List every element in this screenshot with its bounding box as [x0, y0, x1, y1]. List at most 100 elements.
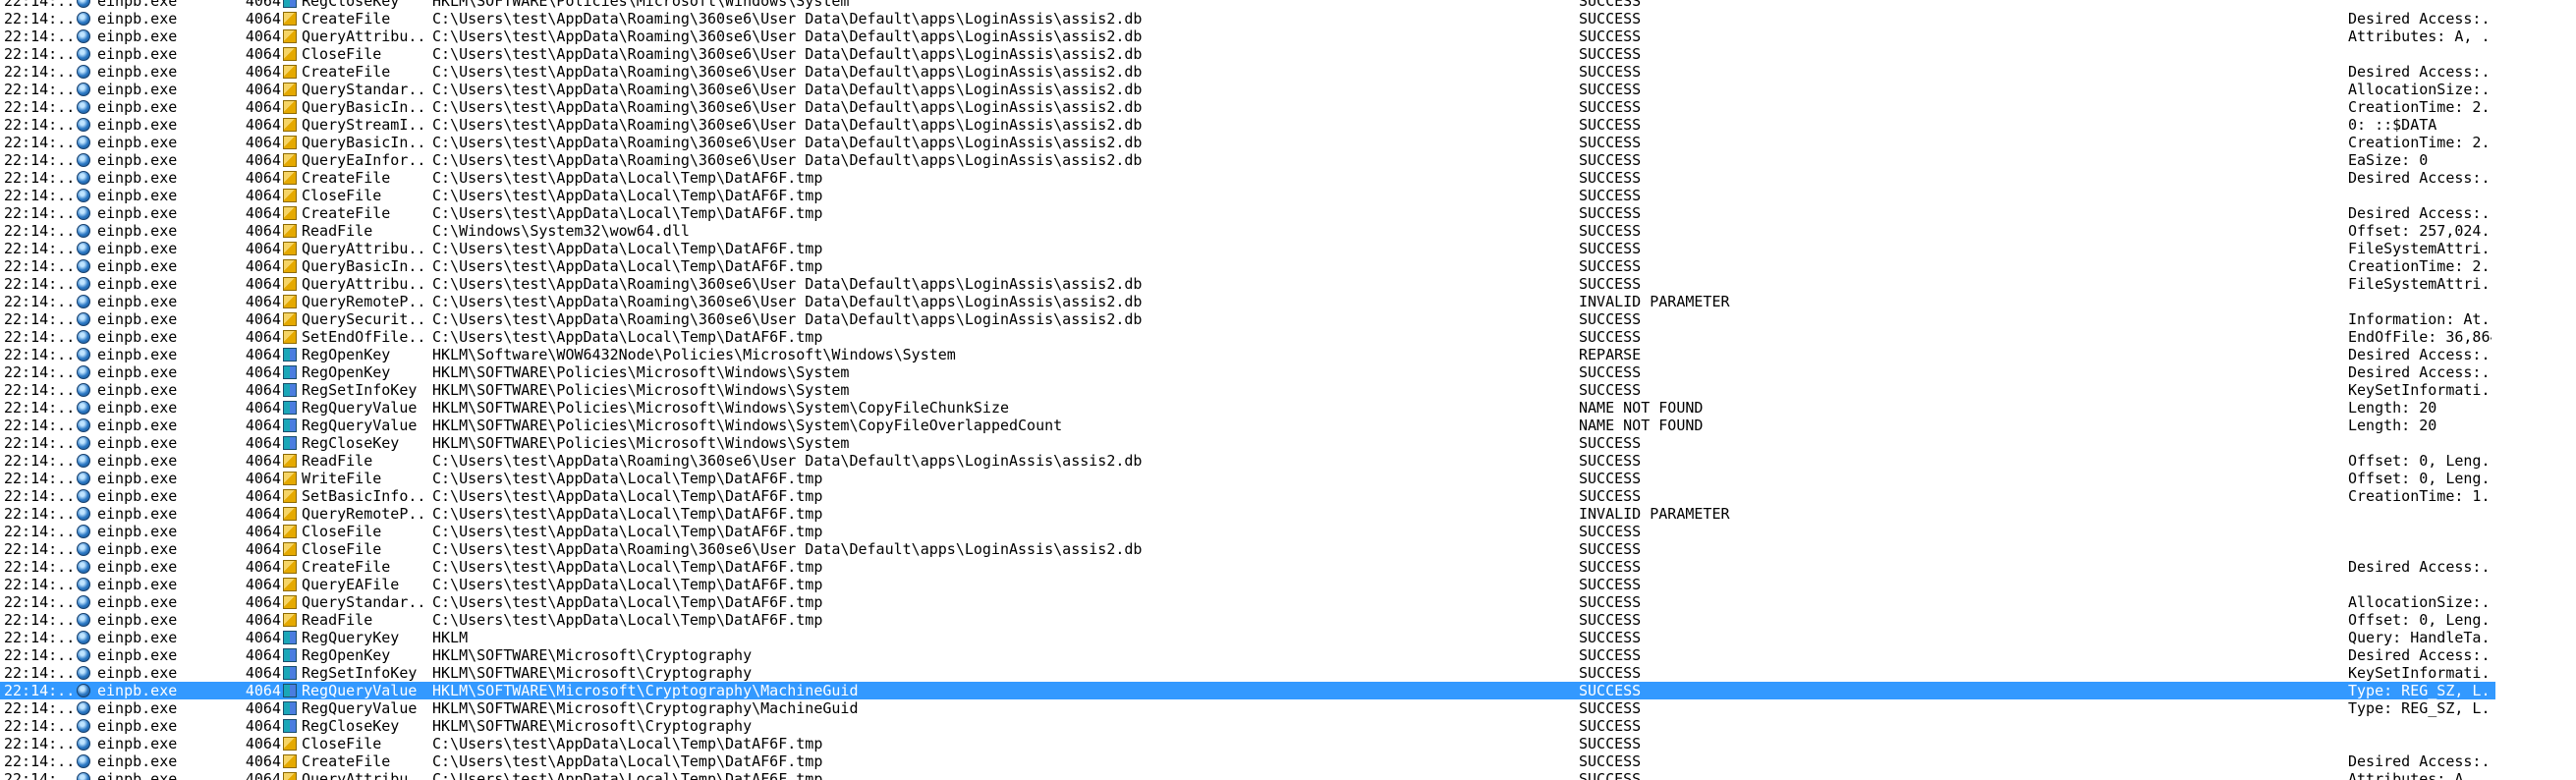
event-row[interactable]: 22:14:... einpb.exe 4064 RegQueryValue HKLM\…	[0, 699, 2495, 717]
event-row[interactable]: 22:14:... einpb.exe 4064 QueryRemoteP... C:\…	[0, 505, 2495, 523]
operation-cell: WriteFile	[302, 470, 382, 487]
path-cell: C:\Users\test\AppData\Roaming\360se6\Use…	[432, 134, 1143, 151]
detail-cell: Desired Access:...	[2348, 63, 2492, 81]
event-row[interactable]: 22:14:... einpb.exe 4064 ReadFile C:\Windows…	[0, 222, 2495, 240]
pid-cell: 4064	[245, 204, 281, 222]
pid-cell: 4064	[245, 611, 281, 629]
result-cell: SUCCESS	[1579, 770, 1642, 780]
event-row[interactable]: 22:14:... einpb.exe 4064 WriteFile C:\Users\…	[0, 470, 2495, 487]
event-row[interactable]: 22:14:... einpb.exe 4064 QueryRemoteP... C:\…	[0, 293, 2495, 310]
event-list[interactable]: 22:14:... einpb.exe 4064 RegCloseKey HKLM\SO…	[0, 0, 2576, 780]
event-row[interactable]: 22:14:... einpb.exe 4064 RegCloseKey HKLM\SO…	[0, 0, 2495, 10]
event-row[interactable]: 22:14:... einpb.exe 4064 CreateFile C:\Users…	[0, 204, 2495, 222]
event-row[interactable]: 22:14:... einpb.exe 4064 CloseFile C:\Users\…	[0, 187, 2495, 204]
event-row[interactable]: 22:14:... einpb.exe 4064 RegOpenKey HKLM\SOF…	[0, 363, 2495, 381]
event-row[interactable]: 22:14:... einpb.exe 4064 RegQueryValue HKLM\…	[0, 399, 2495, 417]
process-name-cell: einpb.exe	[97, 434, 178, 452]
process-icon	[77, 206, 90, 220]
process-icon	[77, 719, 90, 733]
pid-cell: 4064	[245, 523, 281, 540]
event-row[interactable]: 22:14:... einpb.exe 4064 RegCloseKey HKLM\SO…	[0, 434, 2495, 452]
process-icon	[77, 259, 90, 273]
file-system-icon	[283, 83, 297, 96]
result-cell: SUCCESS	[1579, 10, 1642, 28]
event-row[interactable]: 22:14:... einpb.exe 4064 QueryAttribu... C:\…	[0, 28, 2495, 45]
event-row[interactable]: 22:14:... einpb.exe 4064 RegSetInfoKey HKLM\…	[0, 664, 2495, 682]
file-system-icon	[283, 560, 297, 574]
event-row[interactable]: 22:14:... einpb.exe 4064 CloseFile C:\Users\…	[0, 45, 2495, 63]
event-row[interactable]: 22:14:... einpb.exe 4064 RegQueryValue HKLM\…	[0, 417, 2495, 434]
pid-cell: 4064	[245, 222, 281, 240]
event-row[interactable]: 22:14:... einpb.exe 4064 QueryBasicIn... C:\…	[0, 134, 2495, 151]
event-row[interactable]: 22:14:... einpb.exe 4064 RegQueryKey HKLM SUC…	[0, 629, 2495, 646]
process-icon	[77, 100, 90, 114]
event-row[interactable]: 22:14:... einpb.exe 4064 QueryAttribu... C:\…	[0, 770, 2495, 780]
event-row[interactable]: 22:14:... einpb.exe 4064 RegOpenKey HKLM\SOF…	[0, 646, 2495, 664]
event-row[interactable]: 22:14:... einpb.exe 4064 CreateFile C:\Users…	[0, 169, 2495, 187]
path-cell: C:\Users\test\AppData\Local\Temp\DatAF6F…	[432, 770, 823, 780]
path-cell: C:\Windows\System32\wow64.dll	[432, 222, 690, 240]
event-row[interactable]: 22:14:... einpb.exe 4064 QueryEaInfor... C:\…	[0, 151, 2495, 169]
pid-cell: 4064	[245, 0, 281, 10]
event-row[interactable]: 22:14:... einpb.exe 4064 CreateFile C:\Users…	[0, 63, 2495, 81]
time-cell: 22:14:...	[4, 0, 73, 10]
event-row[interactable]: 22:14:... einpb.exe 4064 QueryStandar... C:\…	[0, 593, 2495, 611]
pid-cell: 4064	[245, 770, 281, 780]
event-row[interactable]: 22:14:... einpb.exe 4064 ReadFile C:\Users\t…	[0, 611, 2495, 629]
time-cell: 22:14:...	[4, 646, 73, 664]
event-row[interactable]: 22:14:... einpb.exe 4064 SetBasicInfo... C:\…	[0, 487, 2495, 505]
result-cell: SUCCESS	[1579, 558, 1642, 576]
process-name-cell: einpb.exe	[97, 363, 178, 381]
event-row[interactable]: 22:14:... einpb.exe 4064 QueryBasicIn... C:\…	[0, 98, 2495, 116]
result-cell: SUCCESS	[1579, 629, 1642, 646]
event-row[interactable]: 22:14:... einpb.exe 4064 SetEndOfFile... C:\…	[0, 328, 2495, 346]
time-cell: 22:14:...	[4, 116, 73, 134]
process-name-cell: einpb.exe	[97, 293, 178, 310]
detail-cell: Offset: 0, Leng...	[2348, 470, 2492, 487]
process-name-cell: einpb.exe	[97, 593, 178, 611]
operation-cell: CloseFile	[302, 187, 382, 204]
event-row[interactable]: 22:14:... einpb.exe 4064 QueryAttribu... C:\…	[0, 240, 2495, 257]
event-row-selected[interactable]: 22:14:... einpb.exe 4064 RegQueryValue HKLM\…	[0, 682, 2495, 699]
event-row[interactable]: 22:14:... einpb.exe 4064 CreateFile C:\Users…	[0, 752, 2495, 770]
file-system-icon	[283, 578, 297, 591]
event-row[interactable]: 22:14:... einpb.exe 4064 CloseFile C:\Users\…	[0, 735, 2495, 752]
path-cell: HKLM\SOFTWARE\Microsoft\Cryptography	[432, 717, 753, 735]
event-row[interactable]: 22:14:... einpb.exe 4064 QueryAttribu... C:\…	[0, 275, 2495, 293]
time-cell: 22:14:...	[4, 399, 73, 417]
operation-cell: RegOpenKey	[302, 646, 391, 664]
event-row[interactable]: 22:14:... einpb.exe 4064 QueryStreamI... C:\…	[0, 116, 2495, 134]
path-cell: HKLM\SOFTWARE\Policies\Microsoft\Windows…	[432, 0, 850, 10]
pid-cell: 4064	[245, 134, 281, 151]
operation-cell: SetEndOfFile...	[302, 328, 427, 346]
registry-icon	[283, 719, 297, 733]
event-row[interactable]: 22:14:... einpb.exe 4064 QuerySecurit... C:\…	[0, 310, 2495, 328]
pid-cell: 4064	[245, 470, 281, 487]
event-row[interactable]: 22:14:... einpb.exe 4064 QueryEAFile C:\User…	[0, 576, 2495, 593]
event-row[interactable]: 22:14:... einpb.exe 4064 ReadFile C:\Users\t…	[0, 452, 2495, 470]
file-system-icon	[283, 754, 297, 768]
detail-cell: Desired Access:...	[2348, 558, 2492, 576]
pid-cell: 4064	[245, 363, 281, 381]
process-name-cell: einpb.exe	[97, 399, 178, 417]
event-row[interactable]: 22:14:... einpb.exe 4064 QueryStandar... C:\…	[0, 81, 2495, 98]
detail-cell: EndOfFile: 36,864	[2348, 328, 2492, 346]
detail-cell: Length: 20	[2348, 417, 2437, 434]
path-cell: HKLM\SOFTWARE\Policies\Microsoft\Windows…	[432, 399, 1009, 417]
time-cell: 22:14:...	[4, 240, 73, 257]
process-icon	[77, 83, 90, 96]
event-row[interactable]: 22:14:... einpb.exe 4064 RegSetInfoKey HKLM\…	[0, 381, 2495, 399]
event-row[interactable]: 22:14:... einpb.exe 4064 RegOpenKey HKLM\Sof…	[0, 346, 2495, 363]
result-cell: SUCCESS	[1579, 134, 1642, 151]
result-cell: SUCCESS	[1579, 470, 1642, 487]
event-row[interactable]: 22:14:... einpb.exe 4064 RegCloseKey HKLM\SO…	[0, 717, 2495, 735]
result-cell: SUCCESS	[1579, 63, 1642, 81]
operation-cell: CloseFile	[302, 45, 382, 63]
event-row[interactable]: 22:14:... einpb.exe 4064 CreateFile C:\Users…	[0, 10, 2495, 28]
event-row[interactable]: 22:14:... einpb.exe 4064 CloseFile C:\Users\…	[0, 540, 2495, 558]
event-row[interactable]: 22:14:... einpb.exe 4064 CreateFile C:\Users…	[0, 558, 2495, 576]
event-row[interactable]: 22:14:... einpb.exe 4064 QueryBasicIn... C:\…	[0, 257, 2495, 275]
operation-cell: QueryStandar...	[302, 593, 427, 611]
event-row[interactable]: 22:14:... einpb.exe 4064 CloseFile C:\Users\…	[0, 523, 2495, 540]
registry-icon	[283, 684, 297, 697]
